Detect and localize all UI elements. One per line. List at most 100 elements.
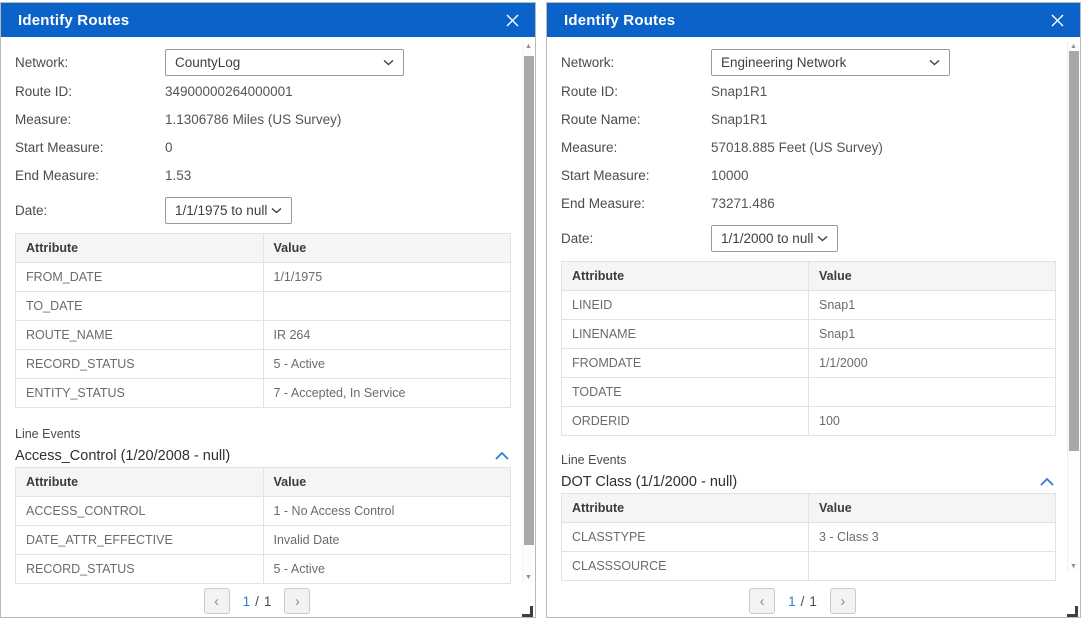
close-icon[interactable] — [1048, 11, 1066, 29]
pagination: ‹ 1 / 1 › — [1, 585, 513, 617]
line-events-section-title: Access_Control (1/20/2008 - null) — [15, 448, 230, 464]
attribute-cell: TODATE — [562, 378, 809, 407]
date-select[interactable]: 1/1/2000 to null — [711, 225, 838, 252]
chevron-down-icon — [929, 59, 940, 66]
start-measure-label: Start Measure: — [561, 168, 711, 183]
value-cell: 5 - Active — [263, 350, 511, 379]
end-measure-label: End Measure: — [561, 196, 711, 211]
value-cell — [263, 292, 511, 321]
value-column-header: Value — [263, 468, 511, 497]
vertical-scrollbar[interactable]: ▲ ▼ — [1067, 42, 1079, 572]
attribute-cell: CLASSSOURCE — [562, 552, 809, 581]
value-cell: 1 - No Access Control — [263, 497, 511, 526]
value-cell: 1/1/2000 — [809, 349, 1056, 378]
line-events-table: Attribute Value ACCESS_CONTROL1 - No Acc… — [15, 467, 511, 584]
date-field-row: Date: 1/1/1975 to null — [15, 193, 511, 227]
value-cell: Snap1 — [809, 320, 1056, 349]
date-select-value: 1/1/1975 to null — [175, 203, 267, 218]
scroll-up-icon[interactable]: ▲ — [523, 42, 534, 52]
start-measure-value: 0 — [165, 140, 173, 155]
value-cell: IR 264 — [263, 321, 511, 350]
start-measure-row: Start Measure: 0 — [15, 133, 511, 161]
attribute-cell: ACCESS_CONTROL — [16, 497, 264, 526]
measure-row: Measure: 57018.885 Feet (US Survey) — [561, 133, 1056, 161]
attribute-cell: LINEID — [562, 291, 809, 320]
chevron-down-icon — [271, 207, 282, 214]
value-cell — [809, 552, 1056, 581]
total-pages: 1 — [809, 594, 817, 609]
value-cell: Snap1 — [809, 291, 1056, 320]
route-id-value: Snap1R1 — [711, 84, 767, 99]
start-measure-value: 10000 — [711, 168, 749, 183]
table-row: RECORD_STATUS5 - Active — [16, 555, 511, 584]
identify-routes-window-left: Identify Routes Network: CountyLog Route… — [0, 2, 536, 618]
attribute-column-header: Attribute — [16, 234, 264, 263]
vertical-scrollbar[interactable]: ▲ ▼ — [522, 42, 534, 583]
scroll-down-icon[interactable]: ▼ — [523, 573, 534, 583]
measure-label: Measure: — [561, 140, 711, 155]
route-id-label: Route ID: — [561, 84, 711, 99]
table-row: LINEIDSnap1 — [562, 291, 1056, 320]
network-label: Network: — [15, 55, 165, 70]
network-select[interactable]: Engineering Network — [711, 49, 950, 76]
table-row: ENTITY_STATUS7 - Accepted, In Service — [16, 379, 511, 408]
table-row: CLASSSOURCE — [562, 552, 1056, 581]
route-attribute-table: Attribute Value LINEIDSnap1 LINENAMESnap… — [561, 261, 1056, 436]
chevron-left-icon: ‹ — [214, 594, 219, 609]
current-page: 1 — [788, 594, 796, 609]
line-events-label: Line Events — [15, 427, 511, 441]
table-row: DATE_ATTR_EFFECTIVEInvalid Date — [16, 526, 511, 555]
table-row: ACCESS_CONTROL1 - No Access Control — [16, 497, 511, 526]
chevron-right-icon: › — [295, 594, 300, 609]
date-select[interactable]: 1/1/1975 to null — [165, 197, 292, 224]
value-cell — [809, 378, 1056, 407]
chevron-up-icon[interactable] — [493, 450, 511, 462]
table-row: FROM_DATE1/1/1975 — [16, 263, 511, 292]
resize-grip[interactable] — [522, 606, 533, 617]
attribute-cell: ROUTE_NAME — [16, 321, 264, 350]
route-name-value: Snap1R1 — [711, 112, 767, 127]
line-events-section-header: Access_Control (1/20/2008 - null) — [15, 448, 511, 464]
prev-page-button[interactable]: ‹ — [749, 588, 775, 614]
chevron-up-icon[interactable] — [1038, 476, 1056, 488]
window-title: Identify Routes — [564, 12, 675, 29]
scroll-down-icon[interactable]: ▼ — [1068, 562, 1079, 572]
scrollbar-thumb[interactable] — [524, 56, 534, 545]
panel-body: Network: CountyLog Route ID: 34900000264… — [1, 37, 535, 619]
value-cell: 1/1/1975 — [263, 263, 511, 292]
attribute-cell: TO_DATE — [16, 292, 264, 321]
end-measure-value: 73271.486 — [711, 196, 775, 211]
table-header-row: Attribute Value — [16, 234, 511, 263]
prev-page-button[interactable]: ‹ — [204, 588, 230, 614]
window-titlebar[interactable]: Identify Routes — [547, 3, 1080, 37]
measure-label: Measure: — [15, 112, 165, 127]
identify-routes-window-right: Identify Routes Network: Engineering Net… — [546, 2, 1081, 618]
table-row: TO_DATE — [16, 292, 511, 321]
attribute-cell: DATE_ATTR_EFFECTIVE — [16, 526, 264, 555]
table-header-row: Attribute Value — [16, 468, 511, 497]
close-icon[interactable] — [503, 11, 521, 29]
date-label: Date: — [561, 231, 711, 246]
attribute-cell: FROM_DATE — [16, 263, 264, 292]
network-field-row: Network: CountyLog — [15, 47, 511, 77]
network-select[interactable]: CountyLog — [165, 49, 404, 76]
start-measure-row: Start Measure: 10000 — [561, 161, 1056, 189]
date-label: Date: — [15, 203, 165, 218]
next-page-button[interactable]: › — [284, 588, 310, 614]
resize-grip[interactable] — [1067, 606, 1078, 617]
attribute-cell: CLASSTYPE — [562, 523, 809, 552]
route-id-row: Route ID: 34900000264000001 — [15, 77, 511, 105]
window-title: Identify Routes — [18, 12, 129, 29]
scrollbar-thumb[interactable] — [1069, 51, 1079, 451]
next-page-button[interactable]: › — [830, 588, 856, 614]
window-titlebar[interactable]: Identify Routes — [1, 3, 535, 37]
date-select-value: 1/1/2000 to null — [721, 231, 813, 246]
attribute-cell: LINENAME — [562, 320, 809, 349]
end-measure-row: End Measure: 73271.486 — [561, 189, 1056, 217]
end-measure-row: End Measure: 1.53 — [15, 161, 511, 189]
end-measure-value: 1.53 — [165, 168, 191, 183]
pagination: ‹ 1 / 1 › — [547, 585, 1058, 617]
route-id-value: 34900000264000001 — [165, 84, 293, 99]
route-id-label: Route ID: — [15, 84, 165, 99]
measure-row: Measure: 1.1306786 Miles (US Survey) — [15, 105, 511, 133]
